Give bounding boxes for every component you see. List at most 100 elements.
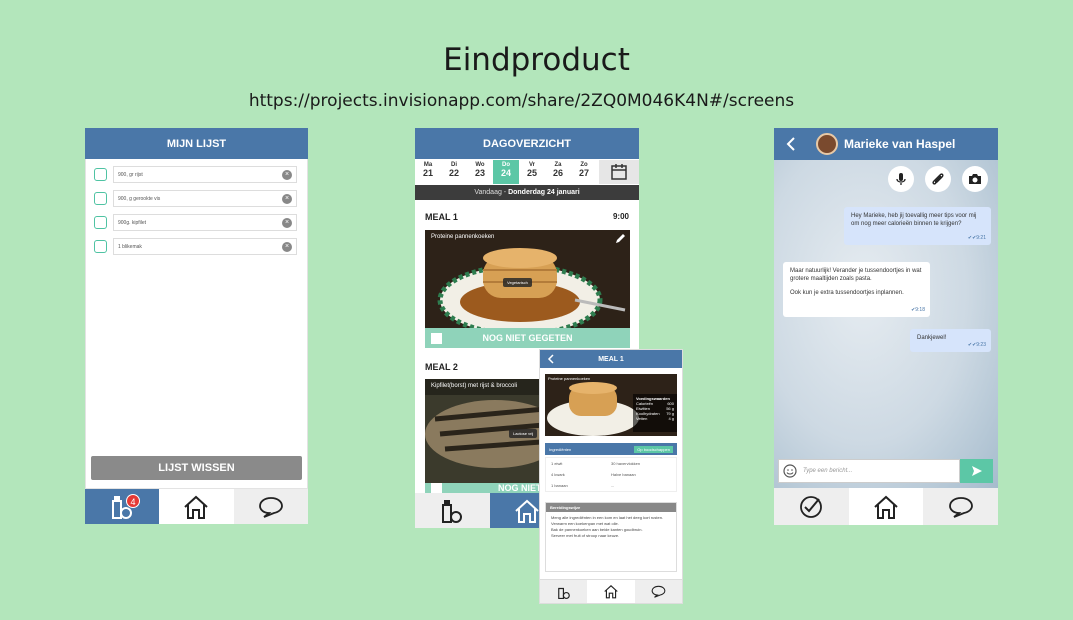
attach-button[interactable] bbox=[925, 166, 951, 192]
contact-name: Marieke van Haspel bbox=[844, 137, 956, 151]
home-icon bbox=[874, 495, 898, 519]
prototype-url[interactable]: https://projects.invisionapp.com/share/2… bbox=[0, 91, 1043, 111]
tab-chat[interactable] bbox=[634, 580, 682, 603]
day-header: DAGOVERZICHT bbox=[415, 128, 639, 159]
meal-1-caption: Proteine pannenkoeken bbox=[431, 234, 495, 240]
send-button[interactable] bbox=[960, 459, 993, 483]
chat-icon bbox=[948, 496, 973, 518]
meal-1-eaten-toggle[interactable]: NOG NIET GEGETEN bbox=[425, 328, 630, 348]
ingredients-bar: Ingrediënten Op boodschappen bbox=[545, 443, 677, 455]
day-item[interactable]: Vr 25 bbox=[519, 160, 545, 184]
eaten-checkbox[interactable] bbox=[431, 483, 442, 493]
meal-detail-photo: Proteine pannenkoeken Voedingswaarden Ca… bbox=[545, 374, 677, 436]
mic-icon bbox=[896, 173, 906, 185]
list-item: 900, g gerookte vis × bbox=[94, 190, 297, 207]
tab-home[interactable] bbox=[587, 580, 635, 603]
home-icon bbox=[515, 499, 539, 523]
lactose-free-tag: Lactose vrij bbox=[509, 429, 538, 438]
slide-title: Eindproduct bbox=[443, 42, 630, 78]
day-item[interactable]: Za 26 bbox=[545, 160, 571, 184]
vegetarian-tag: Vegetarisch bbox=[503, 278, 532, 287]
day-item-selected[interactable]: Do 24 bbox=[493, 160, 519, 184]
nutrition-panel: Voedingswaarden Calorieën 600 Eiwitten 56 … bbox=[633, 394, 677, 432]
tab-bar bbox=[540, 579, 682, 603]
remove-icon[interactable]: × bbox=[282, 194, 292, 204]
list-item: 900g. kipfilet × bbox=[94, 214, 297, 231]
tab-bar bbox=[774, 488, 998, 525]
meal-detail-caption: Proteine pannenkoeken bbox=[548, 376, 591, 381]
tab-shopping-list[interactable] bbox=[540, 580, 588, 603]
read-checkmark: ✔✔9:21 bbox=[967, 235, 986, 241]
voice-button[interactable] bbox=[888, 166, 914, 192]
remove-icon[interactable]: × bbox=[282, 242, 292, 252]
tab-home[interactable] bbox=[159, 489, 234, 524]
list-item-field[interactable]: 900g. kipfilet × bbox=[113, 214, 297, 231]
message-outgoing: Hey Marieke, heb jij toevallig meer tips… bbox=[844, 207, 991, 245]
day-selector: Ma 21 Di 22 Wo 23 Do 24 Vr 25 Za 26 Zo 27 bbox=[415, 160, 639, 184]
list-item-field[interactable]: 900, g gerookte vis × bbox=[113, 190, 297, 207]
tab-tasks[interactable] bbox=[774, 488, 849, 525]
day-title: DAGOVERZICHT bbox=[483, 137, 571, 150]
bottle-apple-icon bbox=[442, 499, 463, 523]
day-item[interactable]: Zo 27 bbox=[571, 160, 597, 184]
list-item-field[interactable]: 1 blikemak × bbox=[113, 238, 297, 255]
read-checkmark: ✔9:18 bbox=[911, 307, 925, 313]
list-item-checkbox[interactable] bbox=[94, 216, 107, 229]
meal-detail-screen: MEAL 1 Proteine pannenkoeken Voedingswaa… bbox=[539, 349, 683, 604]
remove-icon[interactable]: × bbox=[282, 218, 292, 228]
tab-bar: 4 bbox=[85, 489, 308, 524]
back-arrow-icon[interactable] bbox=[786, 137, 796, 151]
emoji-icon[interactable] bbox=[783, 464, 797, 478]
calendar-button[interactable] bbox=[599, 160, 639, 184]
add-to-list-button[interactable]: Op boodschappen bbox=[634, 445, 673, 453]
checkmark-icon bbox=[800, 495, 823, 518]
tab-chat[interactable] bbox=[233, 489, 308, 524]
home-icon bbox=[184, 495, 209, 519]
chat-screen: Marieke van Haspel Hey Marieke, heb jij … bbox=[774, 128, 998, 525]
tab-shopping-list[interactable]: 4 bbox=[85, 489, 160, 524]
remove-icon[interactable]: × bbox=[282, 170, 292, 180]
pencil-icon[interactable] bbox=[614, 233, 626, 245]
preparation-panel: Bereidingswijze Meng alle ingrediënten i… bbox=[545, 502, 677, 572]
list-item: 900, gr rijst × bbox=[94, 166, 297, 183]
back-arrow-icon[interactable] bbox=[547, 354, 555, 364]
list-item-checkbox[interactable] bbox=[94, 240, 107, 253]
eaten-checkbox[interactable] bbox=[431, 332, 442, 344]
send-icon bbox=[971, 466, 982, 476]
day-item[interactable]: Wo 23 bbox=[467, 160, 493, 184]
camera-icon bbox=[969, 174, 981, 184]
clear-list-button[interactable]: LIJST WISSEN bbox=[91, 456, 302, 480]
avatar bbox=[816, 133, 838, 155]
meal-2-label: MEAL 2 bbox=[425, 362, 458, 372]
chat-header: Marieke van Haspel bbox=[774, 128, 998, 160]
list-item-checkbox[interactable] bbox=[94, 168, 107, 181]
chat-icon bbox=[258, 496, 283, 518]
meal-detail-header: MEAL 1 bbox=[540, 350, 682, 368]
tab-home[interactable] bbox=[848, 488, 924, 525]
list-item-checkbox[interactable] bbox=[94, 192, 107, 205]
chat-icon bbox=[651, 585, 666, 598]
home-icon bbox=[604, 585, 618, 599]
notification-badge: 4 bbox=[126, 494, 140, 508]
message-outgoing: Dankjewel! ✔✔9:23 bbox=[910, 329, 991, 352]
tab-chat[interactable] bbox=[923, 488, 998, 525]
list-item: 1 blikemak × bbox=[94, 238, 297, 255]
list-item-field[interactable]: 900, gr rijst × bbox=[113, 166, 297, 183]
meal-1-photo[interactable]: Proteine pannenkoeken Vegetarisch bbox=[425, 230, 630, 328]
list-title: MIJN LIJST bbox=[166, 137, 227, 150]
camera-button[interactable] bbox=[962, 166, 988, 192]
day-item[interactable]: Di 22 bbox=[441, 160, 467, 184]
read-checkmark: ✔✔9:23 bbox=[967, 342, 986, 348]
bottle-apple-icon bbox=[557, 587, 570, 599]
list-screen: MIJN LIJST 900, gr rijst × 900, g gerookt… bbox=[85, 128, 308, 524]
tab-shopping-list[interactable] bbox=[415, 493, 490, 528]
day-item[interactable]: Ma 21 bbox=[415, 160, 441, 184]
message-input[interactable]: Type een bericht... bbox=[778, 459, 960, 483]
meal-1-label: MEAL 1 bbox=[425, 212, 458, 222]
paperclip-icon bbox=[932, 173, 944, 185]
list-header: MIJN LIJST bbox=[85, 128, 308, 159]
date-bar: Vandaag - Donderdag 24 januari bbox=[415, 185, 639, 200]
message-incoming: Maar natuurlijk! Verander je tussendoort… bbox=[783, 262, 930, 317]
meal-1-time: 9:00 bbox=[612, 212, 629, 221]
calendar-icon bbox=[611, 164, 627, 180]
